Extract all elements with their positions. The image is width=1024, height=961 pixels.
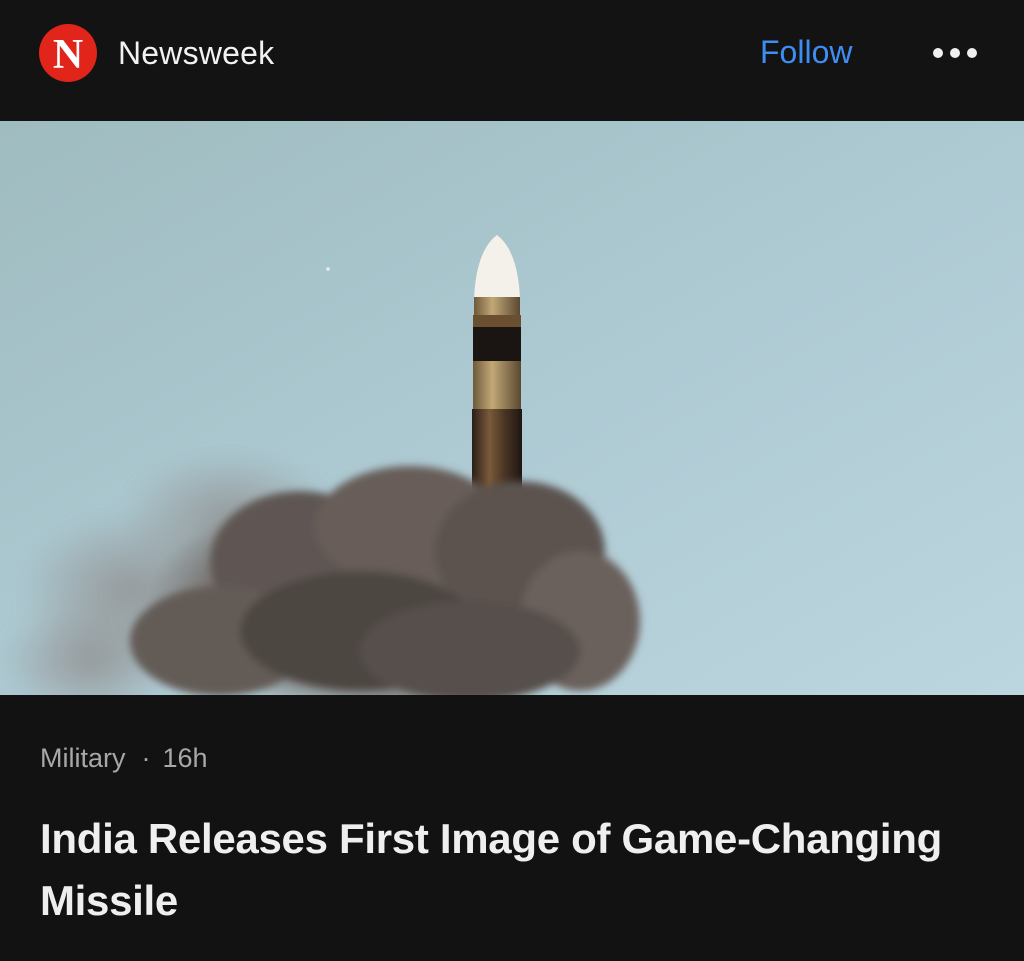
meta-separator: ·	[141, 743, 151, 773]
more-horizontal-icon	[933, 48, 977, 58]
news-card[interactable]: N Newsweek Follow Military · 16h India R…	[0, 0, 1024, 961]
follow-button[interactable]: Follow	[760, 32, 852, 72]
missile	[472, 235, 522, 515]
more-options-button[interactable]	[926, 34, 986, 72]
category-label[interactable]: Military	[40, 743, 126, 773]
timestamp: 16h	[162, 743, 208, 773]
missile-launch-image	[0, 121, 1024, 695]
card-header: N Newsweek Follow	[0, 0, 1024, 121]
source-name[interactable]: Newsweek	[118, 33, 274, 73]
article-headline[interactable]: India Releases First Image of Game-Chang…	[40, 808, 980, 932]
newsweek-logo-icon[interactable]: N	[39, 24, 97, 82]
logo-letter: N	[53, 32, 83, 78]
hero-image[interactable]	[0, 121, 1024, 695]
article-meta: Military · 16h	[40, 740, 208, 776]
